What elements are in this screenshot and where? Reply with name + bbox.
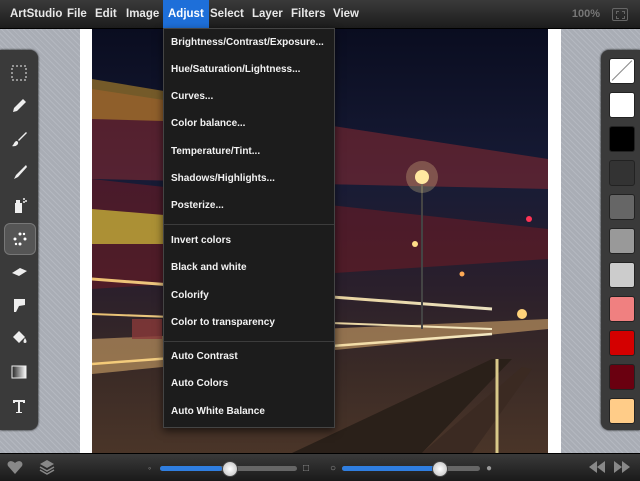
- menu-item-auto-colors[interactable]: Auto Colors: [171, 378, 228, 389]
- opacity-fill: [342, 466, 439, 471]
- menu-item-shadows-highlights[interactable]: Shadows/Highlights...: [171, 173, 275, 184]
- menu-layer[interactable]: Layer: [247, 0, 288, 28]
- clone-icon[interactable]: [4, 290, 34, 320]
- menu-item-curves[interactable]: Curves...: [171, 91, 213, 102]
- bottom-toolbar: ◦ □ ○ ●: [0, 453, 640, 481]
- adjust-dropdown-menu: Brightness/Contrast/Exposure... Hue/Satu…: [163, 28, 335, 428]
- swatch-maroon[interactable]: [609, 364, 635, 390]
- opacity-slider[interactable]: [342, 461, 480, 477]
- swatch-dark-gray[interactable]: [609, 160, 635, 186]
- tool-palette: [0, 50, 38, 430]
- opacity-high-icon: ●: [486, 463, 493, 474]
- menu-item-black-and-white[interactable]: Black and white: [171, 262, 247, 273]
- menu-separator: [164, 224, 334, 225]
- swatch-black[interactable]: [609, 126, 635, 152]
- menu-item-colorify[interactable]: Colorify: [171, 290, 209, 301]
- swatch-red[interactable]: [609, 330, 635, 356]
- brush-size-fill: [160, 466, 222, 471]
- gradient-icon[interactable]: [4, 357, 34, 387]
- menu-item-color-to-transparency[interactable]: Color to transparency: [171, 317, 275, 328]
- menu-filters[interactable]: Filters: [286, 0, 331, 28]
- size-small-icon: ◦: [148, 463, 152, 473]
- brush-size-knob[interactable]: [222, 461, 238, 477]
- spray-icon[interactable]: [4, 190, 34, 220]
- heart-icon[interactable]: [7, 460, 23, 474]
- opacity-knob[interactable]: [432, 461, 448, 477]
- brush-size-slider[interactable]: [160, 461, 297, 477]
- layers-icon[interactable]: [39, 459, 55, 475]
- menu-adjust[interactable]: Adjust: [163, 0, 209, 28]
- menu-item-hue-saturation[interactable]: Hue/Saturation/Lightness...: [171, 64, 300, 75]
- menu-item-brightness-contrast[interactable]: Brightness/Contrast/Exposure...: [171, 37, 324, 48]
- fit-screen-icon[interactable]: [612, 8, 628, 21]
- menu-image[interactable]: Image: [121, 0, 164, 28]
- selection-rect-icon[interactable]: [4, 58, 34, 88]
- brush-icon[interactable]: [4, 124, 34, 154]
- menu-bar: ArtStudio File Edit Image Adjust Select …: [0, 0, 640, 29]
- size-large-icon: □: [303, 463, 310, 474]
- menu-item-auto-white-balance[interactable]: Auto White Balance: [171, 406, 265, 417]
- menu-separator: [164, 341, 334, 342]
- app-title[interactable]: ArtStudio: [5, 0, 67, 28]
- menu-item-color-balance[interactable]: Color balance...: [171, 118, 245, 129]
- redo-icon[interactable]: [614, 461, 630, 473]
- swatch-pink[interactable]: [609, 296, 635, 322]
- pencil-icon[interactable]: [4, 91, 34, 121]
- text-icon[interactable]: [4, 391, 34, 421]
- swatch-light-gray[interactable]: [609, 262, 635, 288]
- menu-file[interactable]: File: [62, 0, 92, 28]
- menu-item-temperature-tint[interactable]: Temperature/Tint...: [171, 146, 260, 157]
- paint-bucket-icon[interactable]: [4, 323, 34, 353]
- swatch-gray[interactable]: [609, 194, 635, 220]
- menu-item-invert-colors[interactable]: Invert colors: [171, 235, 231, 246]
- eraser-icon[interactable]: [4, 257, 34, 287]
- undo-icon[interactable]: [589, 461, 605, 473]
- menu-item-posterize[interactable]: Posterize...: [171, 200, 224, 211]
- menu-view[interactable]: View: [328, 0, 364, 28]
- swatch-white[interactable]: [609, 92, 635, 118]
- swatch-mid-gray[interactable]: [609, 228, 635, 254]
- menu-edit[interactable]: Edit: [90, 0, 122, 28]
- opacity-low-icon: ○: [330, 463, 337, 474]
- menu-select[interactable]: Select: [205, 0, 249, 28]
- menu-item-auto-contrast[interactable]: Auto Contrast: [171, 351, 238, 362]
- swatch-none[interactable]: [609, 58, 635, 84]
- swatch-peach[interactable]: [609, 398, 635, 424]
- zoom-level: 100%: [571, 8, 600, 20]
- dots-brush-icon[interactable]: [4, 223, 36, 255]
- color-palette: [601, 50, 640, 430]
- smudge-icon[interactable]: [4, 157, 34, 187]
